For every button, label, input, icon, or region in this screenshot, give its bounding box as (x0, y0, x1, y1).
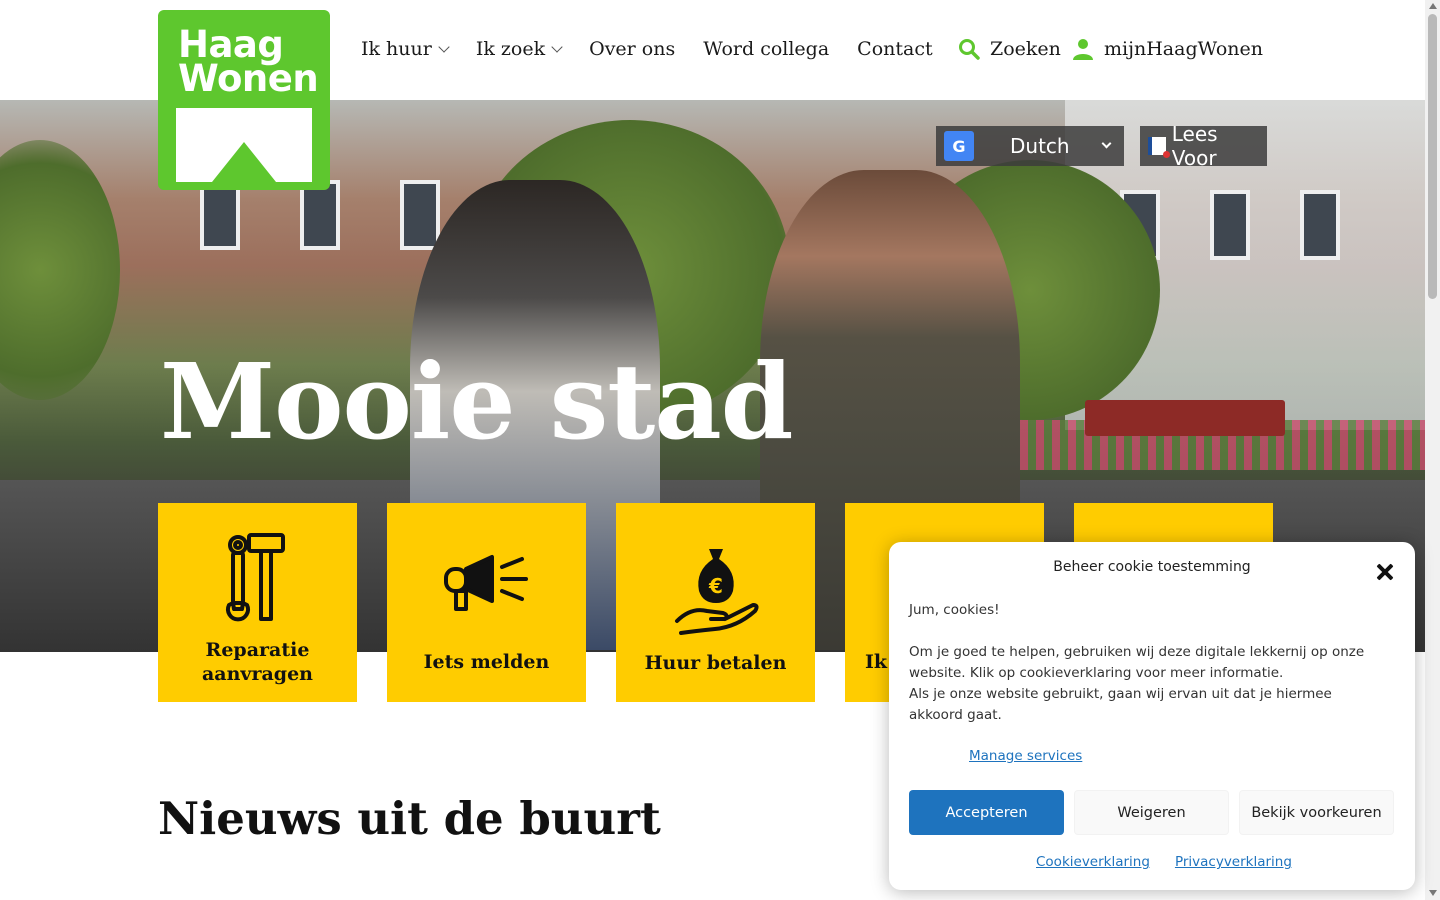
search-link[interactable]: Zoeken (958, 38, 1061, 60)
google-translate-icon: G (944, 131, 974, 161)
nav-item-ik-huur[interactable]: Ik huur (361, 38, 450, 60)
close-icon[interactable] (1375, 562, 1395, 582)
page-scrollbar[interactable] (1425, 0, 1440, 900)
scroll-down-arrow-icon[interactable] (1429, 890, 1437, 896)
deny-button[interactable]: Weigeren (1074, 790, 1229, 835)
nav-label: Contact (857, 38, 933, 60)
tile-label: Iets melden (387, 650, 586, 674)
nav-label: Word collega (703, 38, 830, 60)
main-nav: Ik huur Ik zoek Over ons Word collega Co… (361, 38, 961, 60)
search-label: Zoeken (990, 38, 1061, 60)
cookie-statement-link[interactable]: Cookieverklaring (1036, 854, 1150, 870)
nav-item-word-collega[interactable]: Word collega (703, 38, 829, 60)
language-selector[interactable]: G Dutch (936, 126, 1124, 166)
hero-window (300, 180, 340, 250)
nav-label: Ik huur (361, 38, 432, 60)
read-aloud-icon (1148, 137, 1170, 158)
house-roof-icon (176, 108, 312, 182)
tile-label-line: Iets melden (423, 651, 550, 673)
logo-line-2: Wonen (178, 57, 319, 100)
chevron-down-icon (551, 41, 563, 53)
cookie-greeting: Jum, cookies! (909, 602, 1000, 618)
nav-item-over-ons[interactable]: Over ons (589, 38, 675, 60)
hero-window (1300, 190, 1340, 260)
hero-bench (1085, 400, 1285, 436)
tile-label: Reparatie aanvragen (158, 638, 357, 686)
privacy-statement-link[interactable]: Privacyverklaring (1175, 854, 1292, 870)
tile-reparatie-aanvragen[interactable]: Reparatie aanvragen (158, 503, 357, 702)
view-preferences-button[interactable]: Bekijk voorkeuren (1239, 790, 1394, 835)
hero-tree (0, 140, 120, 400)
read-aloud-button[interactable]: Lees Voor (1140, 122, 1267, 170)
cookie-footer-links: Cookieverklaring Privacyverklaring (1036, 854, 1292, 870)
cookie-buttons: Accepteren Weigeren Bekijk voorkeuren (909, 790, 1394, 835)
read-aloud-label: Lees Voor (1171, 122, 1218, 170)
accept-button[interactable]: Accepteren (909, 790, 1064, 835)
tile-label-line: Reparatie (205, 639, 310, 661)
hero-window (1210, 190, 1250, 260)
scrollbar-thumb[interactable] (1428, 14, 1437, 299)
scroll-up-arrow-icon[interactable] (1429, 3, 1437, 9)
news-section-title: Nieuws uit de buurt (158, 792, 661, 845)
chevron-down-icon (1101, 138, 1112, 149)
tile-label-line: Huur betalen (644, 652, 787, 674)
cookie-dialog-body: Jum, cookies! Om je goed te helpen, gebr… (909, 600, 1379, 747)
logo-text: Haag Wonen (178, 26, 319, 100)
user-icon (1073, 39, 1093, 60)
hero-window (400, 180, 440, 250)
money-bag-hand-icon: € (674, 549, 759, 635)
nav-label: Over ons (589, 38, 676, 60)
hero-title: Mooie stad (160, 340, 793, 463)
tools-icon (225, 533, 285, 622)
svg-text:€: € (708, 574, 723, 598)
nav-item-ik-zoek[interactable]: Ik zoek (475, 38, 563, 60)
nav-label: Ik zoek (475, 38, 546, 60)
hero-window (200, 180, 240, 250)
tile-label-line: aanvragen (202, 663, 313, 685)
account-link[interactable]: mijnHaagWonen (1072, 38, 1263, 60)
manage-services-link[interactable]: Manage services (969, 748, 1082, 764)
megaphone-icon (443, 555, 528, 611)
tile-label: Huur betalen (616, 651, 815, 675)
tile-huur-betalen[interactable]: € Huur betalen (616, 503, 815, 702)
cookie-text: Als je onze website gebruikt, gaan wij e… (909, 686, 1332, 723)
cookie-dialog-title: Beheer cookie toestemming (1053, 559, 1251, 575)
nav-item-contact[interactable]: Contact (857, 38, 932, 60)
cookie-consent-dialog: Beheer cookie toestemming Jum, cookies! … (889, 542, 1415, 890)
search-icon (959, 39, 980, 60)
cookie-text: Om je goed te helpen, gebruiken wij deze… (909, 644, 1365, 681)
chevron-down-icon (438, 41, 450, 53)
account-label: mijnHaagWonen (1104, 38, 1264, 60)
language-value: Dutch (1010, 134, 1070, 158)
haagwonen-logo[interactable]: Haag Wonen (158, 10, 330, 190)
tile-iets-melden[interactable]: Iets melden (387, 503, 586, 702)
